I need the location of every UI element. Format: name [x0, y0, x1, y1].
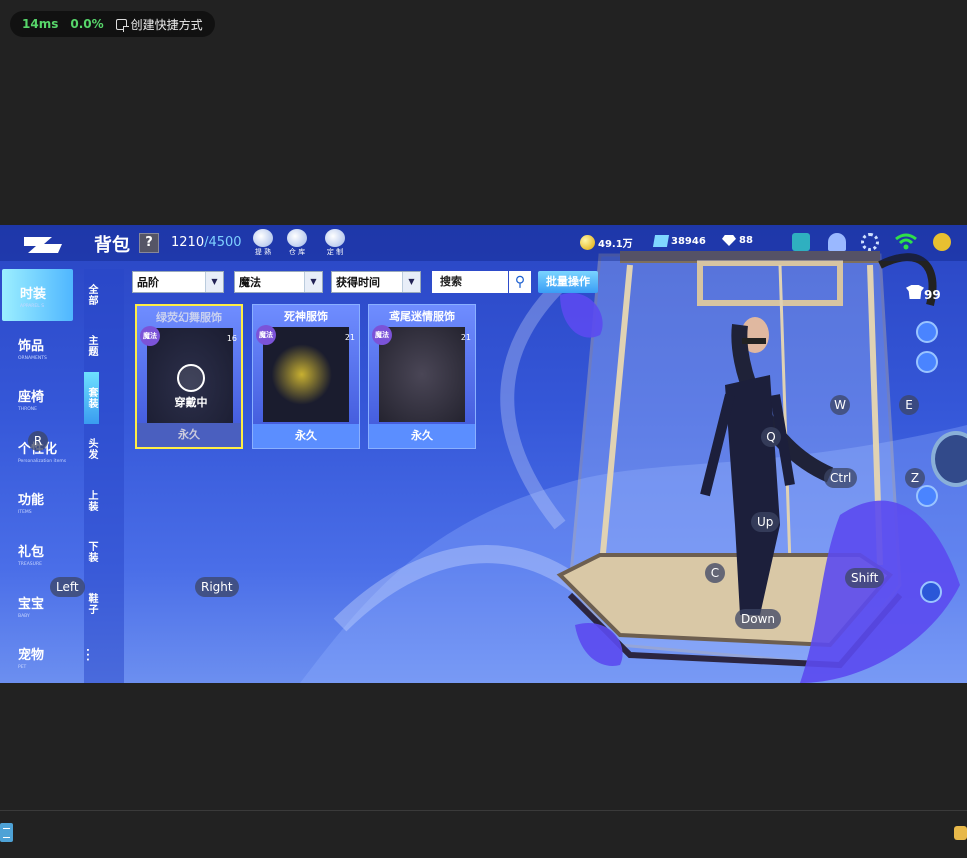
subnav-all[interactable]: 全部: [84, 269, 99, 321]
key-c[interactable]: C: [705, 563, 725, 583]
create-shortcut-button[interactable]: 创建快捷方式: [115, 16, 203, 33]
sub-category-nav: 全部 主题 套装 头发 上装 下装 鞋子 ...: [84, 269, 124, 683]
duration-label: 永久: [369, 424, 475, 448]
coins: 49.1万: [580, 235, 633, 250]
outfit-image: [263, 327, 349, 422]
nav-pet[interactable]: 宠物 PET: [0, 630, 73, 682]
duration-label: 永久: [137, 423, 241, 447]
key-e[interactable]: E: [899, 395, 919, 415]
item-name: 鸢尾迷情服饰: [389, 310, 455, 323]
item-count: 16: [226, 334, 237, 343]
key-z[interactable]: Z: [905, 468, 925, 488]
subnav-bottom[interactable]: 下装: [84, 527, 99, 579]
item-count: 21: [460, 333, 471, 342]
key-r[interactable]: R: [28, 431, 48, 451]
chevron-down-icon: ▼: [304, 272, 322, 292]
friends-icon[interactable]: [828, 233, 846, 251]
shortcut-icon: [115, 18, 129, 32]
packet-loss: 0.0%: [70, 17, 104, 31]
chevron-down-icon: ▼: [205, 272, 223, 292]
screen: { "overlay": {"latency": "14ms", "loss":…: [0, 0, 967, 858]
shirt-icon: [906, 285, 924, 299]
perf-overlay: 14ms 0.0% 创建快捷方式: [10, 11, 215, 37]
key-down[interactable]: Down: [735, 609, 782, 629]
coin-icon: [580, 235, 595, 250]
warehouse-button[interactable]: 仓 库: [284, 229, 310, 257]
nav-gift[interactable]: 礼包 TREASURE: [0, 527, 73, 579]
subnav-suit[interactable]: 套装: [84, 372, 99, 424]
subnav-top[interactable]: 上装: [84, 475, 99, 527]
music-icon[interactable]: [916, 351, 938, 373]
batch-operation-button[interactable]: 批量操作: [538, 271, 598, 293]
notes-icon[interactable]: [0, 823, 13, 842]
key-w[interactable]: W: [830, 395, 850, 415]
subnav-theme[interactable]: 主题: [84, 321, 99, 373]
nav-ornaments[interactable]: 饰品 ORNAMENTS: [0, 321, 73, 373]
key-right[interactable]: Right: [195, 577, 239, 597]
latency: 14ms: [22, 17, 59, 31]
shirt-icon: [177, 364, 205, 392]
item-card[interactable]: 鸢尾迷情服饰 魔法 21 永久: [368, 304, 476, 449]
gems: 38946: [652, 235, 706, 247]
settings-gear-icon[interactable]: [861, 233, 879, 251]
subnav-hair[interactable]: 头发: [84, 424, 99, 476]
car-icon[interactable]: [916, 321, 938, 343]
category-nav: 时装APPAREL S 饰品ORNAMENTS 座椅THRONE 个性化Pers…: [0, 269, 73, 683]
gender-icon[interactable]: [916, 485, 938, 507]
capacity: 1210/4500: [171, 235, 242, 250]
key-shift[interactable]: Shift: [845, 568, 885, 588]
chevron-down-icon: ▼: [402, 272, 420, 292]
gem-icon: [253, 229, 273, 247]
magic-dropdown[interactable]: 魔法 ▼: [234, 271, 323, 293]
badge-icon[interactable]: [792, 233, 810, 251]
wifi-icon: [895, 233, 917, 250]
page-title: 背包: [94, 235, 130, 256]
quality-dropdown[interactable]: 品阶 ▼: [132, 271, 224, 293]
customize-button[interactable]: 定 制: [322, 229, 348, 257]
key-ctrl[interactable]: Ctrl: [824, 468, 858, 488]
magic-badge: 魔法: [140, 326, 160, 346]
subnav-more[interactable]: ...: [84, 630, 95, 682]
background-art: [300, 251, 967, 683]
item-card[interactable]: 死神服饰 魔法 21 永久: [252, 304, 360, 449]
magic-badge: 魔法: [372, 325, 392, 345]
avatar-icon[interactable]: [933, 233, 951, 251]
warehouse-icon: [287, 229, 307, 247]
time-dropdown[interactable]: 获得时间 ▼: [331, 271, 421, 293]
nav-throne[interactable]: 座椅 THRONE: [0, 372, 73, 424]
outfit-count[interactable]: 99: [906, 285, 941, 302]
help-button[interactable]: ?: [139, 233, 159, 253]
item-name: 绿荧幻舞服饰: [156, 311, 222, 324]
key-q[interactable]: Q: [761, 427, 781, 447]
nav-items[interactable]: 功能 ITEMS: [0, 475, 73, 527]
item-count: 21: [344, 333, 355, 342]
wearing-status: 穿戴中: [159, 364, 223, 410]
game-logo: [24, 237, 62, 253]
diamond-icon: [722, 235, 736, 246]
duration-label: 永久: [253, 424, 359, 448]
search-icon[interactable]: ⚲: [509, 271, 531, 293]
outfit-image: [379, 327, 465, 422]
wardrobe-icon[interactable]: [920, 581, 942, 603]
subnav-shoes[interactable]: 鞋子: [84, 578, 99, 630]
magic-badge: 魔法: [256, 325, 276, 345]
nav-apparel[interactable]: 时装 APPAREL S: [2, 269, 73, 321]
item-name: 死神服饰: [284, 310, 328, 323]
taskbar: [0, 810, 967, 858]
upgrade-button[interactable]: 提 熟: [250, 229, 276, 257]
tray-app-icon[interactable]: [954, 826, 967, 840]
game-viewport[interactable]: 背包 ? 1210/4500 提 熟 仓 库 定 制 49.1万 38946 8…: [0, 225, 967, 683]
diamonds: 88: [722, 235, 753, 246]
gem-currency-icon: [652, 235, 670, 247]
item-card[interactable]: 绿荧幻舞服饰 魔法 16 穿戴中 永久: [135, 304, 243, 449]
key-left[interactable]: Left: [50, 577, 85, 597]
key-up[interactable]: Up: [751, 512, 780, 532]
search-input[interactable]: 搜索: [432, 271, 508, 293]
customize-icon: [325, 229, 345, 247]
